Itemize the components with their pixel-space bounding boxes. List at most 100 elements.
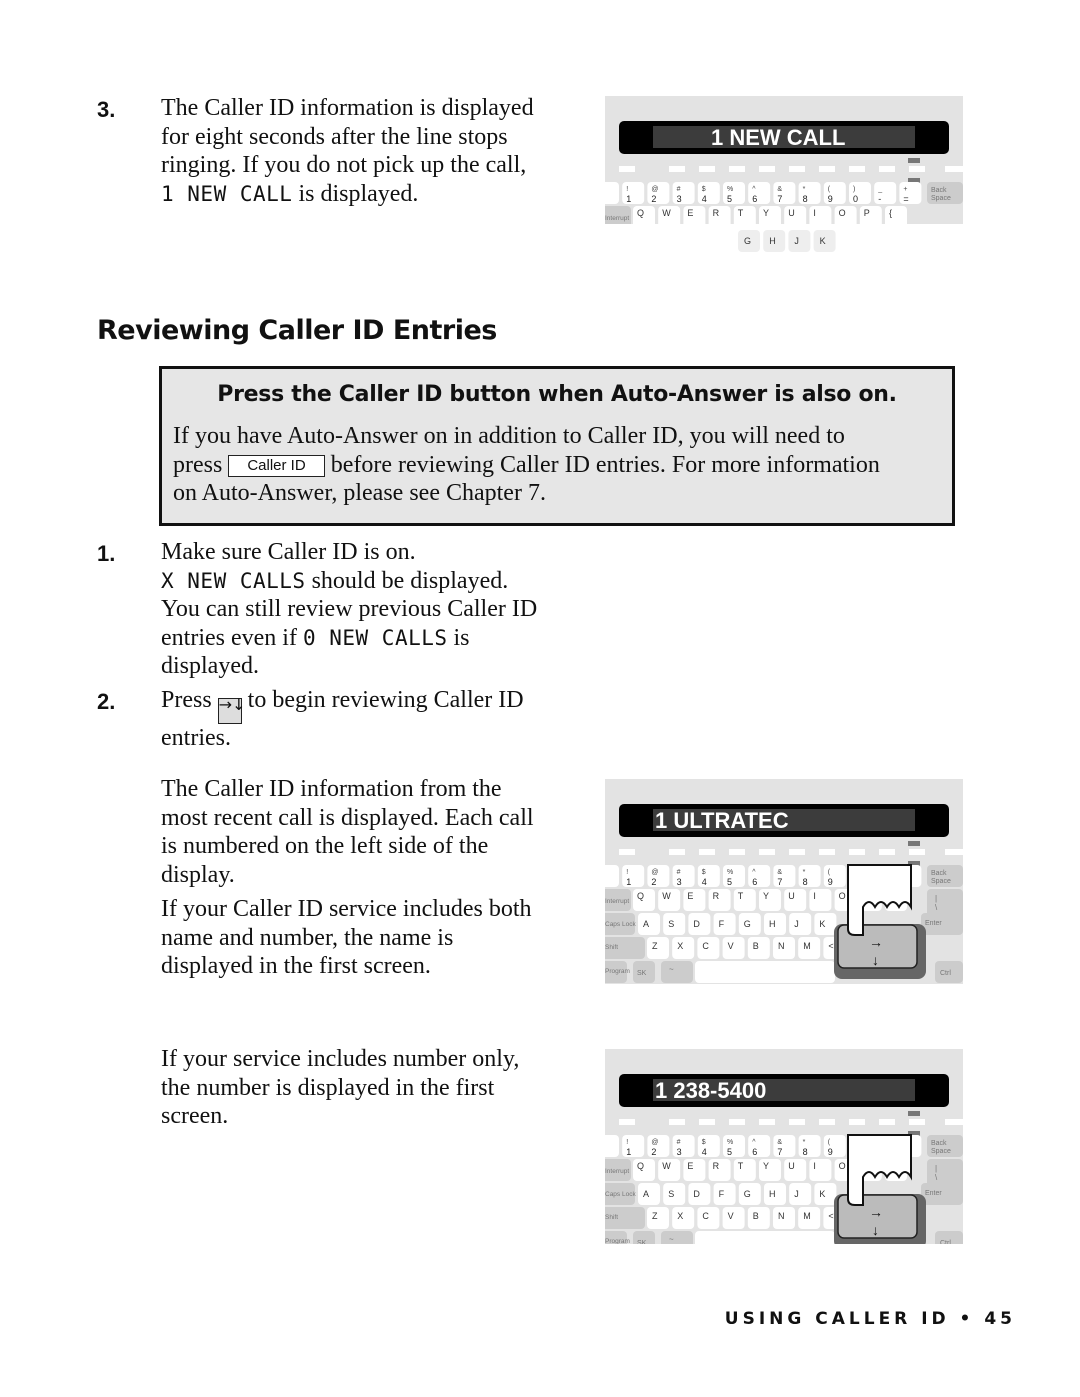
- function-key: [879, 849, 895, 855]
- text-line: display.: [161, 861, 235, 888]
- key-label: S: [668, 1189, 674, 1199]
- page-footer: USING CALLER ID • 45: [724, 1309, 1016, 1329]
- key-label: A: [643, 1189, 649, 1199]
- key-label: &: [777, 186, 782, 193]
- function-key: [699, 849, 715, 855]
- key-label: W: [662, 208, 671, 218]
- key: [695, 961, 835, 983]
- paragraph: The Caller ID information from the most …: [161, 775, 534, 889]
- key-label: $: [702, 869, 706, 876]
- lcd-text: 1 NEW CALL: [161, 181, 293, 206]
- arrow-key-icon: →↓: [217, 697, 245, 724]
- key-label: 8: [803, 1147, 808, 1157]
- key-label: K: [820, 236, 826, 246]
- arrow-right-icon: →: [869, 1204, 883, 1220]
- key: [789, 1183, 812, 1205]
- key-label: &: [777, 1139, 782, 1146]
- key-label: ): [853, 186, 855, 193]
- key-label: 7: [777, 877, 782, 887]
- function-key: [945, 849, 963, 855]
- key-label: 0: [853, 194, 858, 204]
- function-key: [619, 1119, 635, 1125]
- key: [713, 913, 736, 935]
- function-key: [879, 1119, 895, 1125]
- key: [713, 1183, 736, 1205]
- key-label: K: [819, 919, 825, 929]
- key-label: Y: [763, 208, 769, 218]
- function-key: [819, 849, 835, 855]
- key-label: 3: [677, 1147, 682, 1157]
- text-line: press Caller ID before reviewing Caller …: [173, 451, 943, 480]
- key-label: Space: [931, 1148, 951, 1155]
- key-label: Interrupt: [605, 215, 629, 222]
- key-label: K: [819, 1189, 825, 1199]
- key-label: N: [778, 941, 785, 951]
- text-line: 1 NEW CALL is displayed.: [161, 180, 534, 209]
- key-label: A: [643, 919, 649, 929]
- function-key: [849, 849, 865, 855]
- paragraph: If your service includes number only, th…: [161, 1045, 519, 1131]
- key-label: P: [864, 208, 870, 218]
- key-label: 4: [702, 194, 707, 204]
- key-label: Q: [637, 208, 644, 218]
- key-label: O: [839, 1161, 846, 1171]
- text-line: name and number, the name is: [161, 924, 454, 951]
- section-title: Reviewing Caller ID Entries: [97, 315, 497, 346]
- text-line: You can still review previous Caller ID: [161, 596, 538, 622]
- key-label: 8: [803, 877, 808, 887]
- key-label: G: [744, 919, 751, 929]
- key-label: Back: [931, 870, 947, 877]
- step1-text: Make sure Caller ID is on. X NEW CALLS s…: [161, 538, 537, 681]
- text-line: entries even if 0 NEW CALLS is: [161, 624, 537, 653]
- indicator-light: [908, 158, 920, 163]
- key-label: *: [803, 869, 806, 876]
- lcd-text: X NEW CALLS: [161, 568, 306, 593]
- key-label: ~: [669, 965, 674, 974]
- key-label: C: [702, 1211, 709, 1221]
- key-label: 1: [626, 877, 631, 887]
- note-title: Press the Caller ID button when Auto-Ans…: [217, 382, 897, 407]
- key: [647, 937, 669, 959]
- key-label: C: [702, 941, 709, 951]
- key-label: -: [878, 194, 881, 204]
- step-number: 1.: [97, 541, 116, 566]
- key-label: R: [713, 891, 720, 901]
- key-label: 4: [702, 877, 707, 887]
- key-label: J: [794, 919, 799, 929]
- key-label: |: [935, 894, 937, 903]
- key-label: H: [769, 236, 776, 246]
- key: [605, 1135, 619, 1157]
- key-label: E: [687, 891, 693, 901]
- text: Press: [161, 687, 212, 713]
- key-label: %: [727, 1139, 733, 1146]
- key-label: R: [713, 1161, 720, 1171]
- key-label: 5: [727, 877, 732, 887]
- keyboard-illustration-ultratec: 1 ULTRATEC~`!1@2#3$4%5^6&7*8(9)0_-+=Back…: [605, 779, 963, 984]
- key: [661, 1231, 693, 1244]
- key-label: T: [738, 891, 744, 901]
- note-box: Press the Caller ID button when Auto-Ans…: [159, 366, 955, 526]
- key-label: Shift: [605, 1214, 618, 1221]
- key-label: 1: [626, 1147, 631, 1157]
- function-key: [909, 849, 925, 855]
- function-key: [819, 1119, 835, 1125]
- step2-text: Press →↓ to begin reviewing Caller ID en…: [161, 686, 524, 753]
- paragraph: If your Caller ID service includes both …: [161, 895, 532, 981]
- function-key: [879, 166, 895, 172]
- key-label: B: [753, 941, 759, 951]
- function-key: [849, 166, 865, 172]
- key-label: Program: [605, 968, 630, 975]
- key-label: #: [677, 869, 681, 876]
- key-label: Space: [931, 878, 951, 885]
- key-label: 3: [677, 194, 682, 204]
- key-label: 1: [626, 194, 631, 204]
- key: [661, 961, 693, 983]
- key-label: !: [626, 1139, 628, 1146]
- key-label: G: [744, 1189, 751, 1199]
- key-label: N: [778, 1211, 785, 1221]
- key-label: Enter: [925, 920, 942, 927]
- key-label: T: [738, 208, 744, 218]
- key-label: Back: [931, 1140, 947, 1147]
- key-label: 5: [727, 194, 732, 204]
- key-label: @: [651, 1139, 658, 1146]
